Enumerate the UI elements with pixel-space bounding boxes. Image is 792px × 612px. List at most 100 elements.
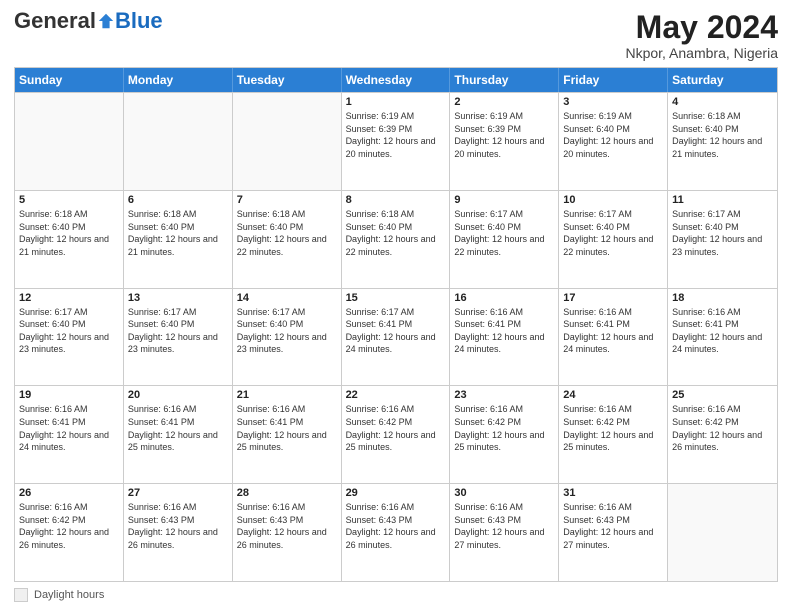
calendar-row-1: 5 Sunrise: 6:18 AM Sunset: 6:40 PM Daylig… [15,190,777,288]
cell-info: Sunrise: 6:16 AM Sunset: 6:43 PM Dayligh… [563,501,663,551]
calendar-header: SundayMondayTuesdayWednesdayThursdayFrid… [15,68,777,92]
calendar-cell: 29 Sunrise: 6:16 AM Sunset: 6:43 PM Dayli… [342,484,451,581]
calendar-cell: 16 Sunrise: 6:16 AM Sunset: 6:41 PM Dayli… [450,289,559,386]
day-number: 14 [237,292,337,304]
day-number: 31 [563,487,663,499]
calendar-cell: 17 Sunrise: 6:16 AM Sunset: 6:41 PM Dayli… [559,289,668,386]
day-number: 28 [237,487,337,499]
location: Nkpor, Anambra, Nigeria [625,45,778,61]
day-number: 1 [346,96,446,108]
day-number: 7 [237,194,337,206]
day-number: 27 [128,487,228,499]
cell-info: Sunrise: 6:16 AM Sunset: 6:41 PM Dayligh… [128,403,228,453]
calendar-header-cell-monday: Monday [124,68,233,92]
cell-info: Sunrise: 6:18 AM Sunset: 6:40 PM Dayligh… [128,208,228,258]
cell-info: Sunrise: 6:16 AM Sunset: 6:41 PM Dayligh… [19,403,119,453]
calendar-cell: 27 Sunrise: 6:16 AM Sunset: 6:43 PM Dayli… [124,484,233,581]
logo: General Blue [14,10,163,32]
page: General Blue May 2024 Nkpor, Anambra, Ni… [0,0,792,612]
calendar-header-cell-tuesday: Tuesday [233,68,342,92]
cell-info: Sunrise: 6:19 AM Sunset: 6:39 PM Dayligh… [454,110,554,160]
cell-info: Sunrise: 6:16 AM Sunset: 6:43 PM Dayligh… [128,501,228,551]
calendar-cell: 3Sunrise: 6:19 AM Sunset: 6:40 PM Daylig… [559,93,668,190]
day-number: 18 [672,292,773,304]
day-number: 22 [346,389,446,401]
day-number: 13 [128,292,228,304]
calendar-cell: 26 Sunrise: 6:16 AM Sunset: 6:42 PM Dayli… [15,484,124,581]
day-number: 10 [563,194,663,206]
calendar-cell: 1 Sunrise: 6:19 AM Sunset: 6:39 PM Daylig… [342,93,451,190]
cell-info: Sunrise: 6:16 AM Sunset: 6:41 PM Dayligh… [454,306,554,356]
calendar-cell [668,484,777,581]
calendar-cell: 11Sunrise: 6:17 AM Sunset: 6:40 PM Dayli… [668,191,777,288]
calendar-cell: 8Sunrise: 6:18 AM Sunset: 6:40 PM Daylig… [342,191,451,288]
calendar-cell: 28 Sunrise: 6:16 AM Sunset: 6:43 PM Dayli… [233,484,342,581]
cell-info: Sunrise: 6:16 AM Sunset: 6:43 PM Dayligh… [346,501,446,551]
cell-info: Sunrise: 6:16 AM Sunset: 6:42 PM Dayligh… [672,403,773,453]
day-number: 17 [563,292,663,304]
calendar-cell: 24 Sunrise: 6:16 AM Sunset: 6:42 PM Dayli… [559,386,668,483]
cell-info: Sunrise: 6:17 AM Sunset: 6:41 PM Dayligh… [346,306,446,356]
day-number: 26 [19,487,119,499]
calendar-row-4: 26 Sunrise: 6:16 AM Sunset: 6:42 PM Dayli… [15,483,777,581]
cell-info: Sunrise: 6:17 AM Sunset: 6:40 PM Dayligh… [128,306,228,356]
calendar-cell: 25Sunrise: 6:16 AM Sunset: 6:42 PM Dayli… [668,386,777,483]
header: General Blue May 2024 Nkpor, Anambra, Ni… [14,10,778,61]
cell-info: Sunrise: 6:17 AM Sunset: 6:40 PM Dayligh… [672,208,773,258]
cell-info: Sunrise: 6:16 AM Sunset: 6:42 PM Dayligh… [19,501,119,551]
day-number: 8 [346,194,446,206]
calendar-row-0: 1 Sunrise: 6:19 AM Sunset: 6:39 PM Daylig… [15,92,777,190]
calendar-cell: 10 Sunrise: 6:17 AM Sunset: 6:40 PM Dayli… [559,191,668,288]
day-number: 6 [128,194,228,206]
calendar-header-cell-wednesday: Wednesday [342,68,451,92]
logo-general-text: General [14,10,96,32]
day-number: 21 [237,389,337,401]
calendar-header-cell-friday: Friday [559,68,668,92]
calendar-cell: 14 Sunrise: 6:17 AM Sunset: 6:40 PM Dayli… [233,289,342,386]
calendar-cell: 18 Sunrise: 6:16 AM Sunset: 6:41 PM Dayli… [668,289,777,386]
calendar-header-cell-saturday: Saturday [668,68,777,92]
day-number: 30 [454,487,554,499]
cell-info: Sunrise: 6:16 AM Sunset: 6:42 PM Dayligh… [454,403,554,453]
cell-info: Sunrise: 6:17 AM Sunset: 6:40 PM Dayligh… [563,208,663,258]
calendar-cell: 4 Sunrise: 6:18 AM Sunset: 6:40 PM Daylig… [668,93,777,190]
cell-info: Sunrise: 6:18 AM Sunset: 6:40 PM Dayligh… [672,110,773,160]
calendar-cell: 20 Sunrise: 6:16 AM Sunset: 6:41 PM Dayli… [124,386,233,483]
daylight-label: Daylight hours [34,589,104,601]
day-number: 19 [19,389,119,401]
cell-info: Sunrise: 6:16 AM Sunset: 6:41 PM Dayligh… [237,403,337,453]
day-number: 29 [346,487,446,499]
cell-info: Sunrise: 6:16 AM Sunset: 6:42 PM Dayligh… [346,403,446,453]
day-number: 24 [563,389,663,401]
cell-info: Sunrise: 6:17 AM Sunset: 6:40 PM Dayligh… [237,306,337,356]
calendar-header-cell-thursday: Thursday [450,68,559,92]
day-number: 16 [454,292,554,304]
cell-info: Sunrise: 6:18 AM Sunset: 6:40 PM Dayligh… [237,208,337,258]
day-number: 4 [672,96,773,108]
cell-info: Sunrise: 6:16 AM Sunset: 6:43 PM Dayligh… [237,501,337,551]
day-number: 12 [19,292,119,304]
cell-info: Sunrise: 6:16 AM Sunset: 6:42 PM Dayligh… [563,403,663,453]
day-number: 9 [454,194,554,206]
calendar: SundayMondayTuesdayWednesdayThursdayFrid… [14,67,778,582]
month-title: May 2024 [625,10,778,45]
calendar-cell: 21 Sunrise: 6:16 AM Sunset: 6:41 PM Dayli… [233,386,342,483]
day-number: 5 [19,194,119,206]
calendar-row-2: 12 Sunrise: 6:17 AM Sunset: 6:40 PM Dayli… [15,288,777,386]
calendar-cell [15,93,124,190]
cell-info: Sunrise: 6:16 AM Sunset: 6:41 PM Dayligh… [672,306,773,356]
day-number: 20 [128,389,228,401]
calendar-cell: 2Sunrise: 6:19 AM Sunset: 6:39 PM Daylig… [450,93,559,190]
calendar-cell: 22 Sunrise: 6:16 AM Sunset: 6:42 PM Dayli… [342,386,451,483]
calendar-cell: 5Sunrise: 6:18 AM Sunset: 6:40 PM Daylig… [15,191,124,288]
calendar-cell: 9Sunrise: 6:17 AM Sunset: 6:40 PM Daylig… [450,191,559,288]
calendar-body: 1 Sunrise: 6:19 AM Sunset: 6:39 PM Daylig… [15,92,777,581]
calendar-cell: 30 Sunrise: 6:16 AM Sunset: 6:43 PM Dayli… [450,484,559,581]
calendar-cell: 7 Sunrise: 6:18 AM Sunset: 6:40 PM Daylig… [233,191,342,288]
cell-info: Sunrise: 6:16 AM Sunset: 6:43 PM Dayligh… [454,501,554,551]
calendar-cell: 13 Sunrise: 6:17 AM Sunset: 6:40 PM Dayli… [124,289,233,386]
cell-info: Sunrise: 6:19 AM Sunset: 6:40 PM Dayligh… [563,110,663,160]
cell-info: Sunrise: 6:16 AM Sunset: 6:41 PM Dayligh… [563,306,663,356]
cell-info: Sunrise: 6:19 AM Sunset: 6:39 PM Dayligh… [346,110,446,160]
calendar-cell [124,93,233,190]
